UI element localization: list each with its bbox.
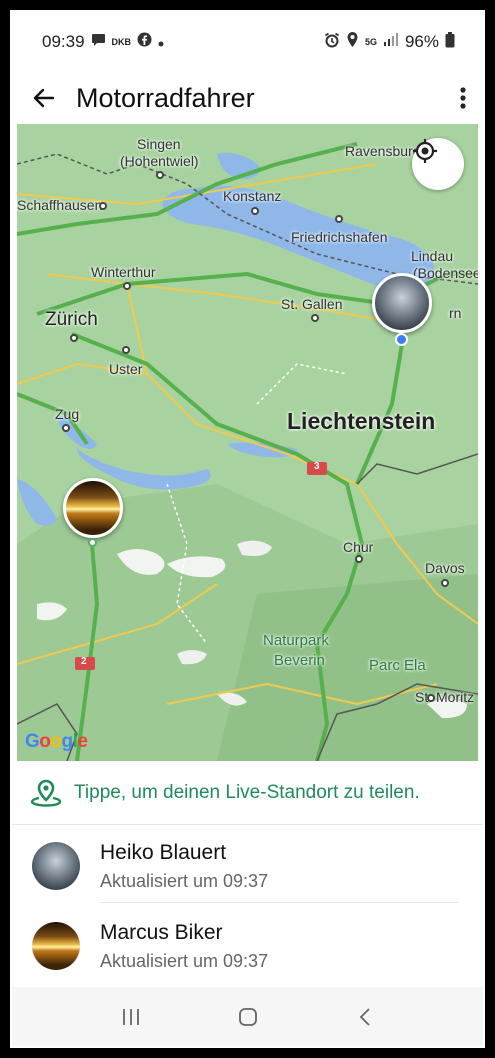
place-dot — [355, 555, 363, 563]
contact-row[interactable]: Heiko Blauert Aktualisiert um 09:37 — [12, 825, 483, 907]
place-naturpark: Naturpark — [263, 632, 329, 649]
place-dot — [99, 202, 107, 210]
route-shield-3: 3 — [314, 461, 320, 472]
home-button[interactable] — [228, 997, 268, 1037]
location-dot — [88, 538, 97, 547]
crosshair-icon — [413, 139, 437, 163]
clock: 09:39 — [42, 32, 85, 51]
chevron-left-icon — [359, 1007, 370, 1026]
divider — [100, 902, 458, 903]
status-bar: 09:39 DKB 5G 96% — [12, 12, 483, 72]
place-dot — [311, 314, 319, 322]
location-dot — [395, 333, 408, 346]
place-parcela: Parc Ela — [369, 657, 426, 674]
google-logo: Google — [25, 731, 88, 752]
place-dot — [70, 334, 78, 342]
battery-level: 96% — [404, 32, 439, 51]
place-winterthur: Winterthur — [91, 264, 156, 280]
contact-name: Marcus Biker — [100, 920, 223, 944]
place-singen: Singen — [137, 136, 181, 152]
share-location-text: Tippe, um deinen Live-Standort zu teilen… — [74, 781, 420, 803]
place-stgallen: St. Gallen — [281, 296, 343, 312]
system-navigation-bar — [12, 987, 483, 1046]
location-icon — [346, 31, 359, 53]
map-marker-heiko[interactable] — [372, 273, 432, 333]
battery-icon — [445, 31, 455, 53]
more-notifications-icon — [158, 32, 164, 52]
place-chur: Chur — [343, 539, 374, 555]
place-beverin: Beverin — [274, 652, 325, 669]
place-schaffhausen: Schaffhausen — [17, 197, 103, 213]
map-view[interactable]: 3 2 Singen (Hohentwiel) Ravensburg Schaf… — [17, 124, 478, 761]
place-friedrichshafen: Friedrichshafen — [291, 229, 388, 245]
location-pin-icon — [30, 779, 62, 807]
phone-screen: 09:39 DKB 5G 96% Motorradfahrer 3 2 Sing… — [10, 10, 485, 1048]
more-options-button[interactable] — [443, 72, 483, 124]
place-dot — [427, 694, 435, 702]
system-back-button[interactable] — [345, 997, 385, 1037]
place-zug: Zug — [55, 406, 80, 422]
route-shield-2: 2 — [81, 656, 87, 667]
my-location-button[interactable] — [412, 138, 464, 190]
place-dot — [335, 215, 343, 223]
contact-updated: Aktualisiert um 09:37 — [100, 870, 269, 891]
place-dot — [251, 207, 259, 215]
contact-row[interactable]: Marcus Biker Aktualisiert um 09:37 — [12, 905, 483, 987]
avatar — [32, 922, 80, 970]
contact-updated: Aktualisiert um 09:37 — [100, 950, 269, 971]
arrow-left-icon — [33, 88, 55, 108]
place-dot — [441, 579, 449, 587]
recent-apps-button[interactable] — [111, 997, 151, 1037]
signal-icon — [383, 32, 399, 52]
share-location-row[interactable]: Tippe, um deinen Live-Standort zu teilen… — [12, 761, 483, 825]
alarm-icon — [324, 32, 340, 53]
contact-name: Heiko Blauert — [100, 840, 227, 864]
place-dot — [62, 424, 70, 432]
place-stmoritz: St. Moritz — [415, 689, 475, 705]
chat-icon — [91, 32, 106, 52]
more-vert-icon — [460, 87, 466, 109]
place-dot — [122, 346, 130, 354]
place-dornbirn: rn — [449, 305, 462, 321]
place-liechtenstein: Liechtenstein — [287, 408, 436, 434]
app-bar: Motorradfahrer — [12, 72, 483, 124]
home-icon — [238, 1007, 257, 1026]
5g-icon: 5G — [364, 37, 377, 47]
dkb-icon: DKB — [111, 37, 132, 47]
facebook-icon — [137, 32, 152, 52]
back-button[interactable] — [12, 72, 76, 124]
place-bodensee: (Bodensee) — [413, 265, 478, 281]
place-uster: Uster — [109, 361, 143, 377]
place-hohentwiel: (Hohentwiel) — [120, 153, 199, 169]
place-zurich: Zürich — [45, 309, 98, 330]
page-title: Motorradfahrer — [76, 82, 255, 113]
place-dot — [123, 282, 131, 290]
place-dot — [156, 171, 164, 179]
place-konstanz: Konstanz — [223, 188, 282, 204]
recent-apps-icon — [122, 1008, 139, 1025]
place-lindau: Lindau — [411, 248, 454, 264]
place-davos: Davos — [425, 560, 465, 576]
avatar — [32, 842, 80, 890]
place-ravensburg: Ravensburg — [345, 143, 421, 159]
map-marker-marcus[interactable] — [63, 478, 123, 538]
